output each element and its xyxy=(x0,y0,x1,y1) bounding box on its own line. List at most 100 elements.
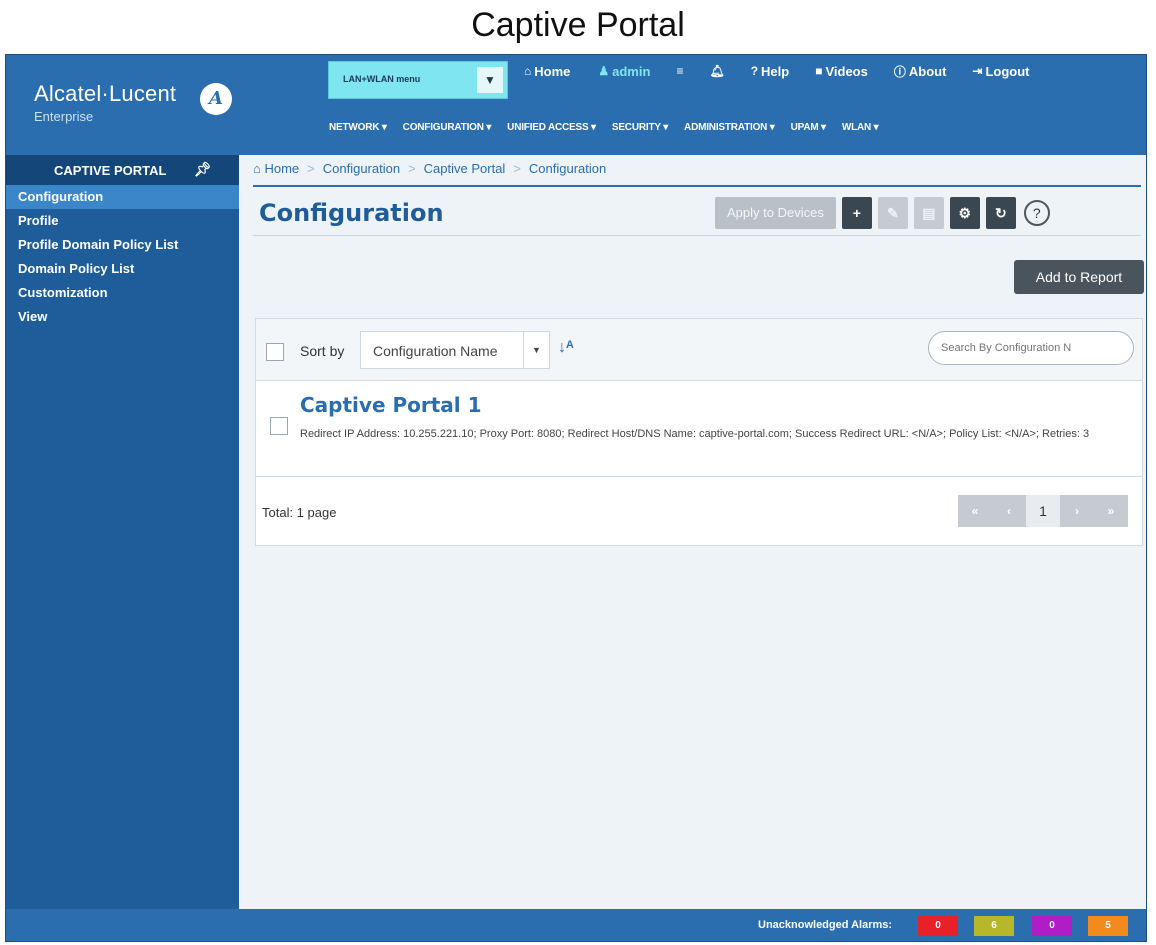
sort-field-value: Configuration Name xyxy=(373,343,498,359)
help-icon: ? xyxy=(750,64,759,78)
breadcrumb-separator: > xyxy=(307,161,315,176)
alarm-count-major[interactable]: 6 xyxy=(974,916,1014,936)
select-all-checkbox[interactable] xyxy=(266,343,284,361)
list-icon: ≡ xyxy=(676,64,684,78)
nav-wlan[interactable]: WLAN ▾ xyxy=(842,122,879,133)
home-icon: ⌂ xyxy=(524,64,532,78)
unacknowledged-alarms-label: Unacknowledged Alarms: xyxy=(758,919,893,931)
help-circle-icon[interactable]: ? xyxy=(1023,200,1050,226)
pagination: « ‹ 1 › » xyxy=(958,495,1128,527)
main-content: ⌂ Home > Configuration > Captive Portal … xyxy=(239,155,1146,909)
sidebar-item-domain-policy-list[interactable]: Domain Policy List xyxy=(6,257,239,281)
page-number-current[interactable]: 1 xyxy=(1026,495,1060,527)
page-title: Configuration xyxy=(259,199,444,227)
logo-name: Alcatel·Lucent xyxy=(34,81,177,106)
breadcrumb-separator: > xyxy=(513,161,521,176)
sidebar-item-configuration[interactable]: Configuration xyxy=(6,185,239,209)
add-to-report-button[interactable]: Add to Report xyxy=(1014,260,1144,294)
logo-subtitle: Enterprise xyxy=(34,109,94,124)
status-bar: Unacknowledged Alarms: 0 6 0 5 xyxy=(6,909,1146,941)
breadcrumb-current: Configuration xyxy=(528,161,607,176)
nav-security[interactable]: SECURITY ▾ xyxy=(612,122,668,133)
sidebar-item-customization[interactable]: Customization xyxy=(6,281,239,305)
alarm-bell-icon: 🔔︎ xyxy=(709,64,725,78)
sidebar-header: CAPTIVE PORTAL 📌︎ xyxy=(6,155,239,185)
sort-ascending-icon[interactable]: ↓ᴬ xyxy=(558,339,574,357)
video-icon: ■ xyxy=(815,64,823,78)
row-description: Redirect IP Address: 10.255.221.10; Prox… xyxy=(300,428,1090,440)
top-link-home[interactable]: ⌂ Home xyxy=(524,61,570,81)
sort-by-label: Sort by xyxy=(300,343,345,359)
list-item[interactable]: Captive Portal 1 Redirect IP Address: 10… xyxy=(256,381,1142,477)
nav-network[interactable]: NETWORK ▾ xyxy=(329,122,387,133)
alarm-count-warning[interactable]: 5 xyxy=(1088,916,1128,936)
app-header: Alcatel·Lucent Enterprise A LAN+WLAN men… xyxy=(6,55,1146,155)
brand-logo[interactable]: Alcatel·Lucent Enterprise xyxy=(34,81,176,124)
alarm-count-minor[interactable]: 0 xyxy=(1032,916,1072,936)
menu-mode-value: LAN+WLAN menu xyxy=(343,74,421,84)
delete-icon[interactable]: ▤ xyxy=(913,197,944,229)
configuration-list-panel: Sort by Configuration Name ▼ ↓ᴬ Captive … xyxy=(255,318,1143,546)
top-link-help[interactable]: ? Help xyxy=(751,61,790,81)
nav-administration[interactable]: ADMINISTRATION ▾ xyxy=(684,122,775,133)
alarm-count-critical[interactable]: 0 xyxy=(918,916,958,936)
top-link-logout[interactable]: ⇥ Logout xyxy=(972,61,1029,81)
add-icon[interactable]: + xyxy=(841,197,872,229)
menu-mode-select[interactable]: LAN+WLAN menu ▼ xyxy=(328,61,508,99)
next-page-icon[interactable]: › xyxy=(1060,495,1094,527)
top-link-about[interactable]: ⓘ About xyxy=(894,61,947,81)
breadcrumb-captive-portal[interactable]: Captive Portal xyxy=(424,161,506,176)
first-page-icon[interactable]: « xyxy=(958,495,992,527)
row-checkbox[interactable] xyxy=(270,417,288,435)
logo-mark-icon: A xyxy=(200,83,232,115)
main-nav: NETWORK ▾ CONFIGURATION ▾ UNIFIED ACCESS… xyxy=(329,122,879,133)
sidebar-item-profile-domain-policy-list[interactable]: Profile Domain Policy List xyxy=(6,233,196,257)
sidebar-item-view[interactable]: View xyxy=(6,305,239,329)
logout-icon: ⇥ xyxy=(972,64,983,78)
title-divider xyxy=(253,185,1141,187)
breadcrumb-separator: > xyxy=(408,161,416,176)
toolbar: Apply to Devices + ✎ ▤ ⚙ ↻ ? xyxy=(715,197,1050,229)
edit-icon[interactable]: ✎ xyxy=(877,197,908,229)
chevron-down-icon[interactable]: ▼ xyxy=(477,67,503,93)
top-link-label: About xyxy=(908,63,947,79)
top-link-label: Help xyxy=(761,63,790,79)
sidebar-item-profile[interactable]: Profile xyxy=(6,209,239,233)
pin-icon[interactable]: 📌︎ xyxy=(194,161,212,178)
nav-upam[interactable]: UPAM ▾ xyxy=(791,122,827,133)
breadcrumb: ⌂ Home > Configuration > Captive Portal … xyxy=(253,161,606,176)
row-title-link[interactable]: Captive Portal 1 xyxy=(300,393,482,417)
apply-to-devices-button[interactable]: Apply to Devices xyxy=(715,197,836,229)
top-link-user[interactable]: ♟ admin xyxy=(598,61,650,81)
toolbar-divider xyxy=(253,235,1141,236)
last-page-icon[interactable]: » xyxy=(1094,495,1128,527)
sidebar: CAPTIVE PORTAL 📌︎ Configuration Profile … xyxy=(6,155,239,909)
breadcrumb-configuration[interactable]: Configuration xyxy=(323,161,400,176)
page-caption: Captive Portal xyxy=(471,6,685,44)
user-icon: ♟ xyxy=(598,64,610,78)
total-pages-text: Total: 1 page xyxy=(262,505,337,520)
caret-down-icon: ▼ xyxy=(523,332,549,368)
previous-page-icon[interactable]: ‹ xyxy=(992,495,1026,527)
top-link-list[interactable]: ≡ xyxy=(676,61,683,81)
settings-icon[interactable]: ⚙ xyxy=(949,197,980,229)
refresh-icon[interactable]: ↻ xyxy=(985,197,1016,229)
top-links: ⌂ Home ♟ admin ≡ 🔔︎ ? Help ■ Videos ⓘ About ⇥… xyxy=(516,61,1030,81)
list-footer: Total: 1 page « ‹ 1 › » xyxy=(256,477,1142,545)
top-link-videos[interactable]: ■ Videos xyxy=(815,61,868,81)
home-icon: ⌂ xyxy=(253,161,265,176)
info-icon: ⓘ xyxy=(893,64,906,79)
top-link-alarms[interactable]: 🔔︎ xyxy=(709,61,724,81)
breadcrumb-home[interactable]: ⌂ Home xyxy=(253,161,299,176)
top-link-label: admin xyxy=(612,63,651,79)
sidebar-title: CAPTIVE PORTAL xyxy=(54,163,167,178)
sort-field-select[interactable]: Configuration Name ▼ xyxy=(360,331,550,369)
top-link-label: Logout xyxy=(985,63,1030,79)
breadcrumb-label: Home xyxy=(264,161,300,176)
top-link-label: Home xyxy=(534,63,571,79)
search-input[interactable] xyxy=(928,331,1134,365)
nav-unified-access[interactable]: UNIFIED ACCESS ▾ xyxy=(507,122,596,133)
sort-bar: Sort by Configuration Name ▼ ↓ᴬ xyxy=(256,319,1142,381)
nav-configuration[interactable]: CONFIGURATION ▾ xyxy=(403,122,492,133)
app-window: Alcatel·Lucent Enterprise A LAN+WLAN men… xyxy=(5,54,1147,942)
